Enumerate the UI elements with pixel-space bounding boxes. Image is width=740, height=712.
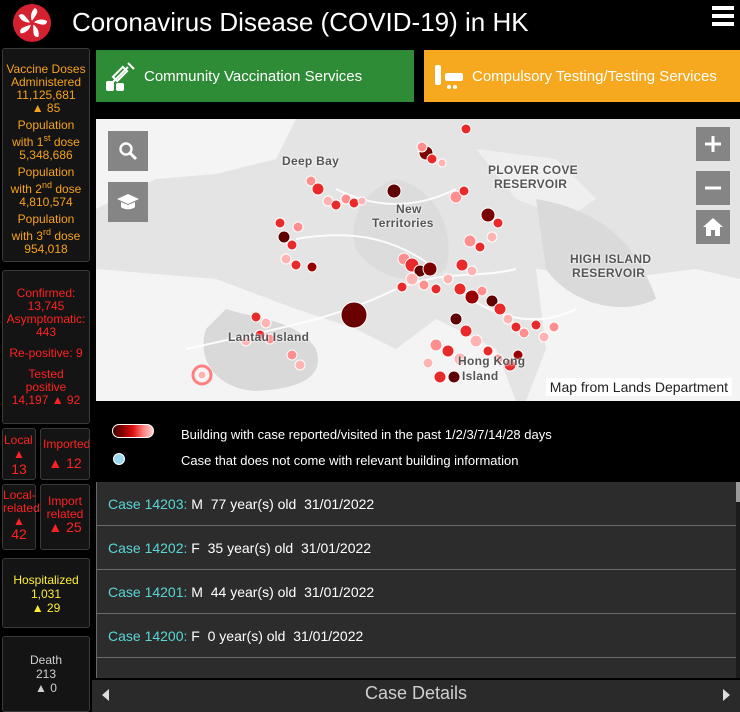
gradient-legend-icon xyxy=(112,424,154,438)
minus-icon[interactable] xyxy=(696,171,730,205)
third-dose-label-2: with 3rd dose xyxy=(11,227,81,243)
local-cases-box[interactable]: Local ▲ 13 xyxy=(2,428,36,480)
search-icon[interactable] xyxy=(108,131,148,171)
list-item[interactable]: Case 14200: F 0 year(s) old 31/01/2022 xyxy=(96,614,736,658)
first-dose-label: Population xyxy=(17,118,75,132)
case-list-scrollbar[interactable] xyxy=(736,482,740,678)
case-details: M 77 year(s) old 31/01/2022 xyxy=(187,495,375,512)
import-related-box[interactable]: Import related ▲ 25 xyxy=(40,484,90,550)
case-number: Case 14200: xyxy=(108,627,188,644)
map-label-high-island-reservoir: RESERVOIR xyxy=(572,266,646,280)
doses-change: ▲ 85 xyxy=(31,101,61,115)
death-value: 213 xyxy=(35,667,57,681)
hospitalized-value: 1,031 xyxy=(30,587,62,601)
map-legend: Building with case reported/visited in t… xyxy=(96,404,740,482)
app-header: Coronavirus Disease (COVID-19) in HK xyxy=(0,0,740,44)
plus-icon[interactable] xyxy=(696,127,730,161)
map-attribution: Map from Lands Department xyxy=(545,378,732,396)
death-panel[interactable]: Death 213 ▲ 0 xyxy=(2,636,90,712)
community-vaccination-button[interactable]: Community Vaccination Services xyxy=(96,50,414,102)
map-label-high-island: HIGH ISLAND xyxy=(570,252,652,266)
community-vaccination-label: Community Vaccination Services xyxy=(144,67,363,85)
legend-nobuilding-text: Case that does not come with relevant bu… xyxy=(181,453,519,468)
tested-value: 14,197 ▲ 92 xyxy=(11,393,81,407)
second-dose-label: Population xyxy=(17,165,75,179)
map-label-plover-reservoir: RESERVOIR xyxy=(494,177,568,191)
case-details: F 35 year(s) old 31/01/2022 xyxy=(187,539,372,556)
next-arrow-icon[interactable] xyxy=(723,689,730,701)
hospitalized-label: Hospitalized xyxy=(13,573,79,587)
home-icon[interactable] xyxy=(696,210,730,244)
vaccination-panel[interactable]: Vaccine Doses Administered 11,125,681 ▲ … xyxy=(2,48,90,262)
repositive-count: Re-positive: 9 xyxy=(9,346,83,360)
syringe-icon xyxy=(96,59,144,93)
test-tube-icon xyxy=(424,61,472,91)
local-arrow: ▲ xyxy=(13,447,25,461)
death-change: ▲ 0 xyxy=(35,681,57,695)
hospitalized-panel[interactable]: Hospitalized 1,031 ▲ 29 xyxy=(2,558,90,628)
case-number: Case 14203: xyxy=(108,495,188,512)
local-related-value: 42 xyxy=(11,526,27,542)
imported-label: Imported xyxy=(43,437,90,451)
first-dose-value: 5,348,686 xyxy=(19,148,73,162)
local-value: 13 xyxy=(11,461,27,477)
second-dose-label-2: with 2nd dose xyxy=(10,180,82,196)
third-dose-value: 954,018 xyxy=(24,242,68,256)
case-list[interactable]: Case 14203: M 77 year(s) old 31/01/2022 … xyxy=(96,482,740,678)
third-dose-label: Population xyxy=(17,212,75,226)
asymptomatic-value: 443 xyxy=(35,325,57,339)
hamburger-menu-icon[interactable] xyxy=(712,6,734,26)
case-details: M 44 year(s) old 31/01/2022 xyxy=(187,583,375,600)
map-label-new: New xyxy=(396,202,422,216)
list-item[interactable]: Case 14203: M 77 year(s) old 31/01/2022 xyxy=(96,482,736,526)
list-item[interactable] xyxy=(96,658,736,678)
map-label-hk-island: Hong Kong xyxy=(458,354,526,368)
map-label-deep-bay: Deep Bay xyxy=(282,154,340,168)
second-dose-value: 4,810,574 xyxy=(19,195,73,209)
case-details-title: Case Details xyxy=(364,683,468,703)
compulsory-testing-label: Compulsory Testing/Testing Services xyxy=(472,67,717,85)
compulsory-testing-button[interactable]: Compulsory Testing/Testing Services xyxy=(424,50,740,102)
case-number: Case 14202: xyxy=(108,539,188,556)
case-details: F 0 year(s) old 31/01/2022 xyxy=(187,627,364,644)
case-number: Case 14201: xyxy=(108,583,188,600)
case-map[interactable]: Deep Bay New Territories PLOVER COVE RES… xyxy=(96,119,740,401)
map-label-island: Island xyxy=(462,369,499,383)
graduation-cap-icon[interactable] xyxy=(108,182,148,222)
case-details-footer: Case Details xyxy=(92,680,740,712)
death-label: Death xyxy=(29,653,63,667)
blue-dot-icon xyxy=(113,453,125,465)
map-label-plover-cove: PLOVER COVE xyxy=(488,163,578,177)
legend-building-text: Building with case reported/visited in t… xyxy=(181,427,552,442)
hospitalized-change: ▲ 29 xyxy=(31,601,61,615)
local-related-box[interactable]: Local- related ▲ 42 xyxy=(2,484,40,550)
list-item[interactable]: Case 14201: M 44 year(s) old 31/01/2022 xyxy=(96,570,736,614)
first-dose-label-2: with 1st dose xyxy=(12,133,80,149)
imported-value: ▲ 12 xyxy=(48,455,82,471)
list-item[interactable]: Case 14202: F 35 year(s) old 31/01/2022 xyxy=(96,526,736,570)
page-title: Coronavirus Disease (COVID-19) in HK xyxy=(72,7,529,37)
import-related-value: ▲ 25 xyxy=(48,519,82,535)
map-label-territories: Territories xyxy=(372,216,434,230)
map-label-lantau: Lantau Island xyxy=(228,330,310,344)
local-label: Local xyxy=(4,433,33,447)
imported-cases-box[interactable]: Imported ▲ 12 xyxy=(40,428,90,480)
cases-panel[interactable]: Confirmed: 13,745 Asymptomatic: 443 Re-p… xyxy=(2,270,90,424)
hksar-bauhinia-icon xyxy=(13,4,51,42)
